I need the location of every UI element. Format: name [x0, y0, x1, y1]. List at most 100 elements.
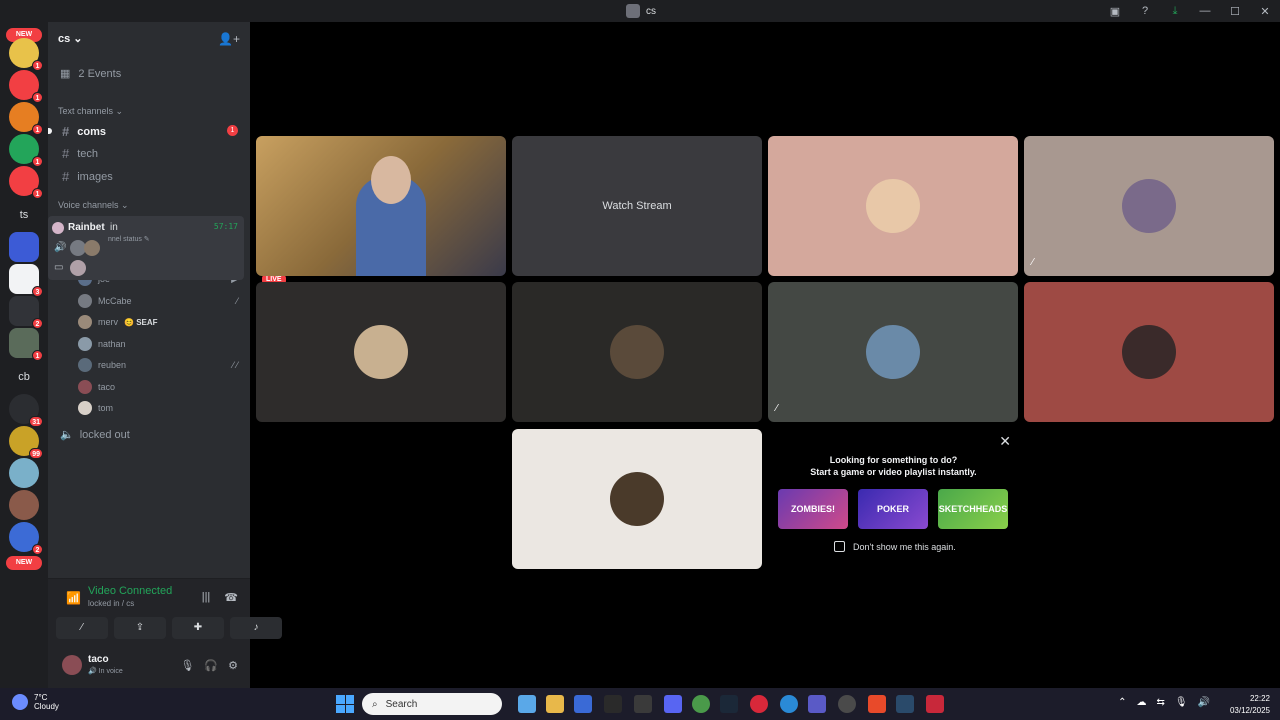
- activity-card[interactable]: SKETCHHEADS: [938, 489, 1008, 529]
- store-icon[interactable]: [574, 695, 592, 713]
- watch-stream-button[interactable]: Watch Stream: [512, 136, 762, 276]
- server-cb[interactable]: cb: [9, 362, 39, 392]
- server-icon[interactable]: 1: [9, 102, 43, 135]
- disconnect-icon[interactable]: ☎: [224, 591, 238, 604]
- participant-tile[interactable]: [512, 282, 762, 422]
- voice-user-reuben[interactable]: reuben: [78, 357, 126, 373]
- server-icon[interactable]: 3: [9, 264, 43, 297]
- app-icon[interactable]: [838, 695, 856, 713]
- voice-channel-locked-out[interactable]: 🔈 locked out: [60, 428, 130, 442]
- server-icon[interactable]: 99: [9, 426, 43, 459]
- hash-icon: #: [62, 124, 70, 139]
- participant-tile[interactable]: [256, 282, 506, 422]
- maximize-button[interactable]: ☐: [1220, 5, 1250, 18]
- volume-icon[interactable]: 🔊: [1198, 697, 1210, 708]
- server-icon[interactable]: 2: [9, 296, 43, 329]
- chevron-up-icon[interactable]: ⌃: [1118, 697, 1126, 708]
- invite-icon[interactable]: 👤+: [218, 32, 240, 46]
- search-box[interactable]: ⌕ Search: [362, 693, 502, 715]
- server-name[interactable]: cs ⌄: [58, 32, 83, 45]
- steam-icon[interactable]: [896, 695, 914, 713]
- events-link[interactable]: ▦ 2 Events: [60, 67, 121, 81]
- close-button[interactable]: ✕: [1250, 5, 1280, 18]
- voice-user-nathan[interactable]: nathan: [78, 336, 126, 352]
- channel-coms[interactable]: # coms: [62, 124, 106, 139]
- weather-widget[interactable]: 7°C Cloudy: [12, 693, 59, 711]
- share-screen-button[interactable]: ⇪: [114, 617, 166, 639]
- microphone-icon[interactable]: 🎙: [1175, 697, 1188, 708]
- new-badge: NEW: [6, 556, 42, 570]
- activity-card[interactable]: POKER: [858, 489, 928, 529]
- onedrive-icon[interactable]: ☁: [1136, 697, 1146, 708]
- avatar: [1122, 325, 1176, 379]
- channel-images[interactable]: # images: [62, 169, 113, 184]
- help-icon[interactable]: ?: [1130, 5, 1160, 17]
- activities-button[interactable]: ✚: [172, 617, 224, 639]
- opera-icon[interactable]: [750, 695, 768, 713]
- server-icon[interactable]: 1: [9, 166, 43, 199]
- search-icon: ⌕: [372, 698, 378, 710]
- teams-icon[interactable]: [808, 695, 826, 713]
- brave-icon[interactable]: [868, 695, 886, 713]
- server-icon[interactable]: 31: [9, 394, 43, 427]
- participant-tile[interactable]: [1024, 282, 1274, 422]
- minimize-button[interactable]: —: [1190, 5, 1220, 17]
- clock[interactable]: 22:22 03/12/2025: [1230, 693, 1270, 717]
- system-tray: ⌃ ☁ ⇆ 🎙 🔊: [1118, 697, 1210, 708]
- inbox-icon[interactable]: ▣: [1100, 5, 1130, 18]
- server-icon[interactable]: [9, 232, 39, 262]
- headphones-icon[interactable]: 🎧: [204, 659, 218, 672]
- stream-tile[interactable]: Watch Stream: [512, 136, 762, 276]
- avatar[interactable]: [62, 655, 82, 675]
- server-ts[interactable]: ts: [9, 200, 39, 230]
- xbox-icon[interactable]: [634, 695, 652, 713]
- soundboard-button[interactable]: ♪: [230, 617, 282, 639]
- file-explorer-icon[interactable]: [546, 695, 564, 713]
- copilot-icon[interactable]: [518, 695, 536, 713]
- server-icon[interactable]: [9, 458, 39, 488]
- video-tile[interactable]: [256, 136, 506, 276]
- avatar: [78, 294, 92, 308]
- server-tag: 😊 SEAF: [124, 317, 158, 327]
- camera-button[interactable]: ⁄: [56, 617, 108, 639]
- speaker-icon: 🔊: [54, 242, 67, 253]
- settings-icon[interactable]: ⚙: [228, 659, 238, 672]
- avatar: [610, 472, 664, 526]
- channel-tech[interactable]: # tech: [62, 146, 98, 161]
- server-icon[interactable]: 2: [9, 522, 43, 555]
- epic-games-icon[interactable]: [604, 695, 622, 713]
- edge-icon[interactable]: [780, 695, 798, 713]
- server-icon[interactable]: 1: [9, 328, 43, 361]
- voice-user-taco[interactable]: taco: [78, 379, 115, 395]
- app-icon[interactable]: [926, 695, 944, 713]
- user-panel: taco 🔊 In voice 🎙 🎧 ⚙: [56, 651, 242, 681]
- server-icon[interactable]: 1: [9, 38, 43, 71]
- participant-tile[interactable]: [768, 136, 1018, 276]
- participant-tile[interactable]: [512, 429, 762, 569]
- steam-icon[interactable]: [720, 695, 738, 713]
- activity-card[interactable]: ZOMBIES!: [778, 489, 848, 529]
- voice-user-mccabe[interactable]: McCabe: [78, 293, 132, 309]
- dont-show-checkbox[interactable]: Don't show me this again.: [834, 541, 956, 552]
- server-icon[interactable]: 1: [9, 70, 43, 103]
- download-icon[interactable]: ⤓: [1160, 5, 1190, 18]
- text-channels-category[interactable]: Text channels ⌄: [58, 106, 123, 117]
- close-icon[interactable]: ✕: [999, 433, 1011, 450]
- chrome-icon[interactable]: [692, 695, 710, 713]
- start-button[interactable]: [336, 695, 354, 713]
- participant-tile[interactable]: ⁄: [768, 282, 1018, 422]
- noise-suppression-icon[interactable]: |||: [202, 591, 211, 604]
- voice-user-merv[interactable]: merv 😊 SEAF: [78, 314, 158, 330]
- voice-channels-category[interactable]: Voice channels ⌄: [58, 200, 129, 211]
- avatar: [610, 325, 664, 379]
- server-icon[interactable]: [9, 490, 39, 520]
- participant-tile[interactable]: ⁄: [1024, 136, 1274, 276]
- channel-status[interactable]: nnel status ✎: [108, 235, 150, 243]
- server-icon[interactable]: 1: [9, 134, 43, 167]
- voice-user-tom[interactable]: tom: [78, 400, 113, 416]
- signal-icon[interactable]: 📶: [66, 591, 81, 605]
- network-icon[interactable]: ⇆: [1156, 697, 1164, 708]
- checkbox[interactable]: [834, 541, 845, 552]
- microphone-icon[interactable]: 🎙: [180, 659, 194, 672]
- discord-icon[interactable]: [664, 695, 682, 713]
